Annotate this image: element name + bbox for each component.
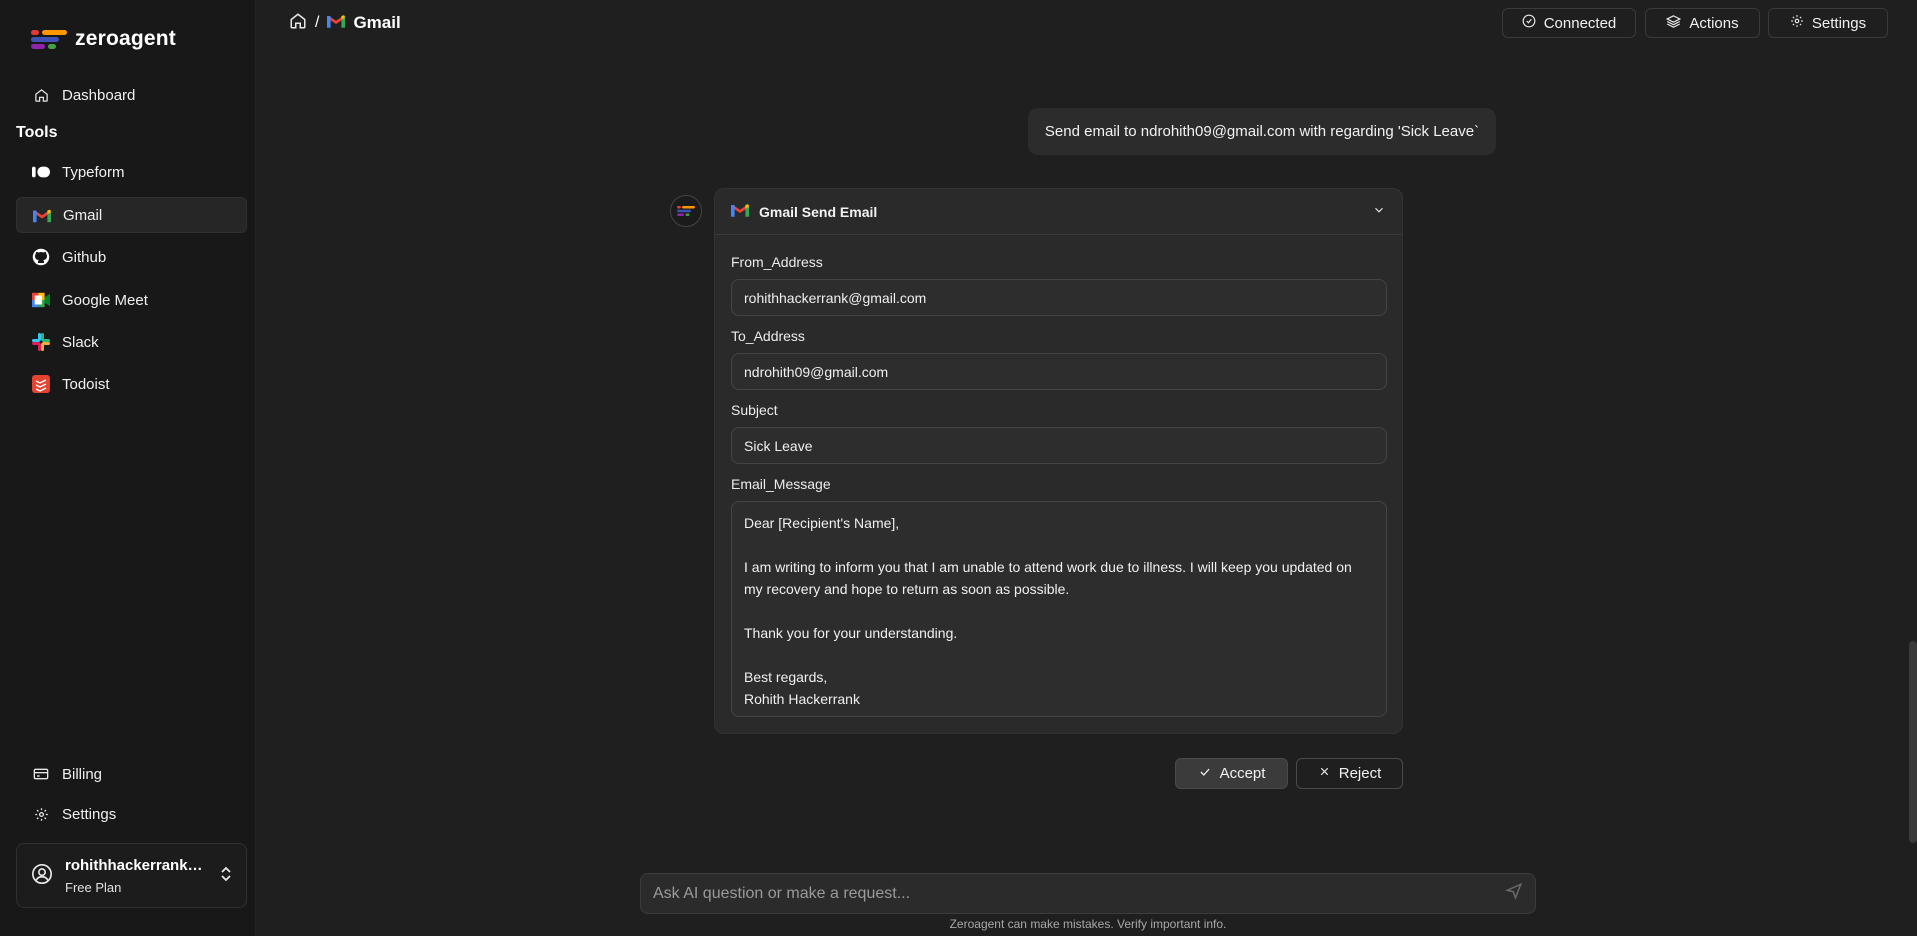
sidebar-item-settings[interactable]: Settings [16,796,247,832]
gmail-icon [731,203,749,220]
gmail-icon [327,14,346,33]
chevrons-up-down-icon [220,866,232,886]
from-address-field[interactable]: rohithhackerrank@gmail.com [731,279,1387,316]
settings-button[interactable]: Settings [1768,8,1888,38]
gear-icon [1790,14,1804,32]
sidebar-item-label: Dashboard [62,86,136,104]
accept-label: Accept [1219,765,1266,782]
todoist-icon [32,375,50,393]
sidebar-item-label: Billing [62,765,103,783]
sidebar-item-gmail[interactable]: Gmail [16,197,247,233]
sidebar: zeroagent Dashboard Tools Typeform Gmail… [0,0,256,936]
check-circle-icon [1522,14,1536,32]
ask-ai-input[interactable]: Ask AI question or make a request... [640,873,1536,914]
close-icon [1318,765,1331,782]
sidebar-item-typeform[interactable]: Typeform [16,154,247,190]
github-icon [32,248,50,266]
sidebar-item-label: Slack [62,333,99,351]
home-icon[interactable] [289,12,307,35]
sidebar-item-github[interactable]: Github [16,239,247,275]
zeroagent-logo-icon [31,30,67,49]
user-account-switcher[interactable]: rohithhackerrank@... Free Plan [16,843,247,908]
breadcrumb-separator: / [315,14,320,31]
page-title: Gmail [353,13,401,32]
tools-heading: Tools [16,124,58,141]
zeroagent-logo-icon [677,206,695,216]
sidebar-item-label: Google Meet [62,291,148,309]
breadcrumb: / Gmail [289,12,401,34]
email-message-label: Email_Message [731,476,831,492]
gmail-icon [33,206,51,224]
google-meet-icon [32,291,50,309]
to-address-field[interactable]: ndrohith09@gmail.com [731,353,1387,390]
sidebar-item-todoist[interactable]: Todoist [16,366,247,402]
sidebar-item-label: Github [62,248,107,266]
send-icon[interactable] [1504,882,1523,905]
gmail-send-email-card: Gmail Send Email From_Address rohithhack… [714,188,1403,734]
to-address-label: To_Address [731,328,805,344]
user-message-bubble: Send email to ndrohith09@gmail.com with … [1028,108,1496,155]
reject-button[interactable]: Reject [1296,758,1403,789]
chevron-down-icon[interactable] [1372,203,1386,220]
sidebar-item-label: Settings [62,805,117,823]
app-logo[interactable]: zeroagent [31,26,176,52]
accept-button[interactable]: Accept [1175,758,1288,789]
tool-card-header[interactable]: Gmail Send Email [715,189,1402,235]
from-address-label: From_Address [731,254,823,270]
layers-icon [1666,14,1682,33]
slack-icon [32,333,50,351]
scrollbar-thumb[interactable] [1909,641,1917,843]
home-icon [32,86,50,104]
email-message-field[interactable]: Dear [Recipient's Name], I am writing to… [731,501,1387,717]
app-name: zeroagent [75,27,176,50]
ask-ai-placeholder: Ask AI question or make a request... [653,884,911,902]
tool-card-title: Gmail Send Email [759,203,878,220]
settings-label: Settings [1811,14,1867,32]
typeform-icon [32,163,50,181]
sidebar-item-label: Todoist [62,375,110,393]
connected-label: Connected [1543,14,1617,32]
user-circle-icon [31,863,53,889]
check-icon [1198,765,1212,783]
gear-icon [32,805,50,823]
user-plan: Free Plan [65,879,122,895]
user-email: rohithhackerrank@... [65,856,208,874]
sidebar-item-label: Gmail [63,206,103,224]
connected-button[interactable]: Connected [1502,8,1636,38]
actions-button[interactable]: Actions [1645,8,1760,38]
disclaimer-text: Zeroagent can make mistakes. Verify impo… [949,917,1227,931]
actions-label: Actions [1689,14,1739,32]
subject-label: Subject [731,402,778,418]
agent-avatar [670,195,702,227]
sidebar-item-label: Typeform [62,163,125,181]
sidebar-item-billing[interactable]: Billing [16,756,247,792]
sidebar-item-google-meet[interactable]: Google Meet [16,282,247,318]
credit-card-icon [32,765,50,783]
sidebar-item-slack[interactable]: Slack [16,324,247,360]
subject-field[interactable]: Sick Leave [731,427,1387,464]
reject-label: Reject [1338,765,1382,782]
sidebar-item-dashboard[interactable]: Dashboard [16,77,247,113]
